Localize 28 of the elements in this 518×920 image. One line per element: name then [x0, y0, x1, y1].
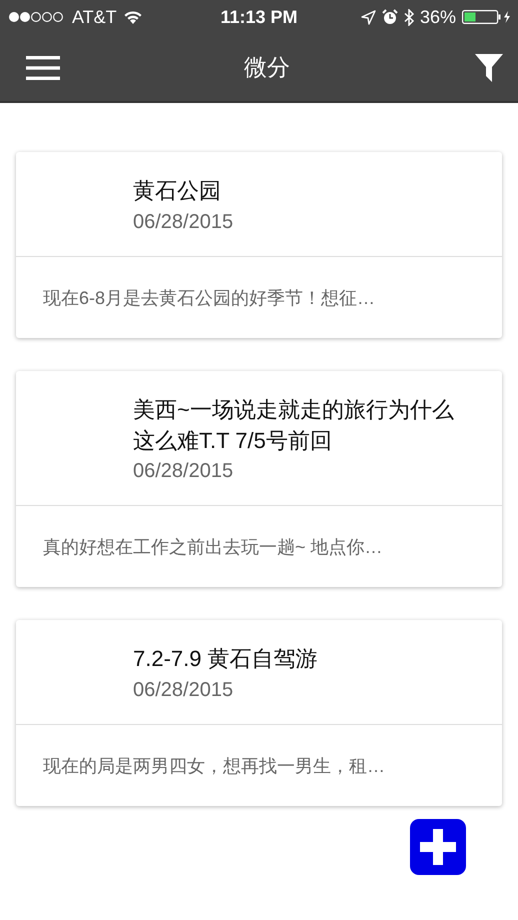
screen-title: 微分	[244, 54, 290, 83]
battery-charging-icon	[462, 10, 512, 24]
post-title: 黄石公园	[133, 177, 222, 205]
filter-button[interactable]	[474, 52, 504, 82]
post-date: 06/28/2015	[133, 679, 234, 702]
add-button[interactable]	[410, 819, 466, 875]
battery-percent: 36%	[420, 6, 456, 28]
post-title: 7.2-7.9 黄石自驾游	[133, 645, 319, 674]
signal-icon	[8, 11, 66, 23]
bluetooth-icon	[404, 8, 414, 26]
plus-icon	[419, 828, 457, 866]
filter-icon	[474, 52, 504, 82]
post-card[interactable]: 黄石公园 06/28/2015 现在6-8月是去黄石公园的好季节！想征…	[16, 152, 502, 338]
menu-icon	[26, 56, 60, 80]
post-excerpt: 现在6-8月是去黄石公园的好季节！想征…	[43, 288, 376, 308]
post-title: 美西~一场说走就走的旅行为什么这么难T.T 7/5号前回	[133, 396, 455, 455]
post-excerpt: 现在的局是两男四女，想再找一男生，租…	[43, 756, 385, 776]
post-card[interactable]: 美西~一场说走就走的旅行为什么这么难T.T 7/5号前回 06/28/2015 真的好想在工作之前出去玩一趟~ 地点你…	[16, 370, 502, 588]
post-date: 06/28/2015	[133, 210, 234, 234]
post-excerpt: 真的好想在工作之前出去玩一趟~ 地点你…	[43, 537, 383, 558]
location-arrow-icon	[360, 10, 376, 24]
menu-button[interactable]	[26, 56, 60, 80]
status-time: 11:13 PM	[220, 6, 298, 28]
carrier-name: AT&T	[72, 6, 117, 28]
wifi-icon	[122, 10, 143, 24]
post-date: 06/28/2015	[133, 460, 234, 484]
post-card[interactable]: 7.2-7.9 黄石自驾游 06/28/2015 现在的局是两男四女，想再找一男生，租…	[16, 620, 502, 806]
alarm-clock-icon	[382, 9, 398, 25]
